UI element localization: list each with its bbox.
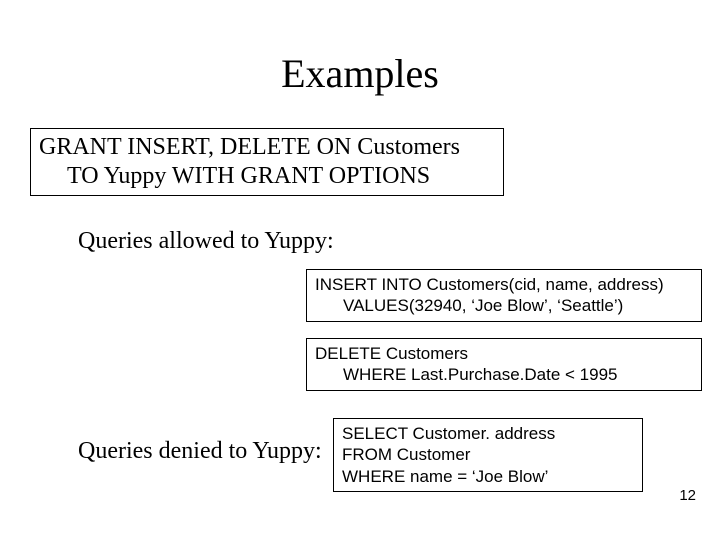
delete-line1: DELETE Customers bbox=[315, 344, 468, 363]
insert-query-box: INSERT INTO Customers(cid, name, address… bbox=[306, 269, 702, 322]
insert-line1: INSERT INTO Customers(cid, name, address… bbox=[315, 275, 664, 294]
grant-statement-box: GRANT INSERT, DELETE ON Customers TO Yup… bbox=[30, 128, 504, 196]
delete-line2: WHERE Last.Purchase.Date < 1995 bbox=[315, 364, 693, 385]
insert-line2: VALUES(32940, ‘Joe Blow’, ‘Seattle’) bbox=[315, 295, 693, 316]
delete-query-box: DELETE Customers WHERE Last.Purchase.Dat… bbox=[306, 338, 702, 391]
page-number: 12 bbox=[679, 487, 696, 504]
grant-line1: GRANT INSERT, DELETE ON Customers bbox=[39, 134, 460, 160]
select-line3: WHERE name = ‘Joe Blow’ bbox=[342, 467, 548, 486]
denied-queries-label: Queries denied to Yuppy: bbox=[78, 438, 322, 465]
select-line2: FROM Customer bbox=[342, 445, 470, 464]
select-query-box: SELECT Customer. address FROM Customer W… bbox=[333, 418, 643, 492]
allowed-queries-label: Queries allowed to Yuppy: bbox=[78, 228, 334, 255]
select-line1: SELECT Customer. address bbox=[342, 424, 555, 443]
grant-line2: TO Yuppy WITH GRANT OPTIONS bbox=[39, 162, 495, 191]
slide-title: Examples bbox=[0, 50, 720, 97]
